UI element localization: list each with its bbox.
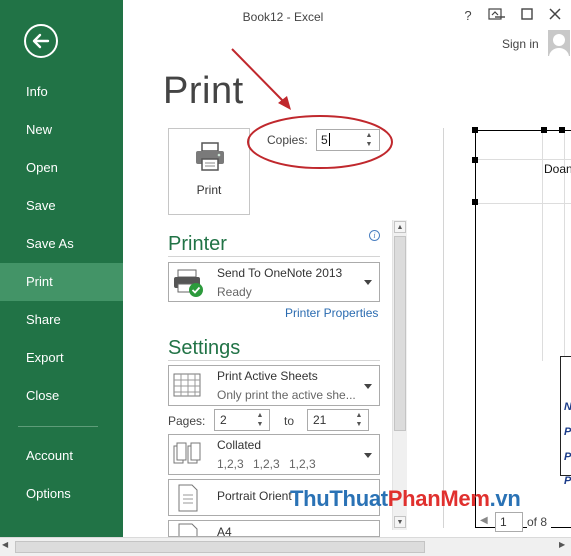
printer-properties-link[interactable]: Printer Properties [285, 306, 378, 320]
current-page-value: 1 [500, 515, 507, 529]
watermark-part: .vn [489, 486, 521, 511]
preview-margin-handle[interactable] [472, 127, 478, 133]
back-arrow-icon [32, 33, 50, 49]
nav-item-info[interactable]: Info [0, 73, 123, 111]
nav-item-print[interactable]: Print [0, 263, 123, 301]
preview-margin-handle[interactable] [472, 199, 478, 205]
scroll-left-button[interactable]: ◀ [2, 540, 8, 549]
pages-from-input[interactable]: 2 ▲ ▼ [214, 409, 270, 431]
preview-gridline [542, 131, 543, 361]
printer-section-title: Printer [168, 233, 227, 255]
collation-label: Collated [217, 438, 262, 452]
pages-to-label: to [284, 414, 295, 428]
paper-size-dropdown[interactable]: A4 [168, 520, 380, 537]
nav-item-new[interactable]: New [0, 111, 123, 149]
print-scope-description: Only print the active she... [217, 388, 356, 402]
printer-status: Ready [217, 285, 252, 299]
preview-margin-handle[interactable] [559, 127, 565, 133]
chevron-down-icon [364, 280, 372, 285]
annotation-highlight [231, 48, 393, 169]
paper-icon [178, 523, 198, 536]
paper-size-label: A4 [217, 525, 232, 537]
pages-from-value: 2 [220, 413, 227, 427]
current-page-input[interactable]: 1 [495, 512, 523, 532]
preview-gridline [476, 203, 571, 204]
maximize-icon [521, 8, 533, 20]
print-scope-label: Print Active Sheets [217, 369, 318, 383]
nav-item-close[interactable]: Close [0, 377, 123, 415]
sign-in-link[interactable]: Sign in [502, 37, 539, 51]
watermark: ThuThuatPhanMem.vn [290, 486, 521, 512]
collation-seq-3: 1,2,3 [289, 457, 316, 471]
pages-from-decrement[interactable]: ▼ [253, 420, 267, 430]
nav-item-share[interactable]: Share [0, 301, 123, 339]
nav-separator [18, 426, 98, 427]
chevron-down-icon [364, 383, 372, 389]
preview-row-letter: N [564, 401, 571, 413]
previous-page-button[interactable]: ◀ [480, 515, 488, 526]
help-button[interactable]: ? [458, 8, 478, 23]
preview-row-letter: P [564, 426, 571, 438]
sheet-grid-icon [173, 373, 201, 397]
window-title: Book12 - Excel [242, 10, 324, 24]
pages-label: Pages: [168, 414, 206, 428]
printer-dropdown[interactable]: Send To OneNote 2013 Ready [168, 262, 380, 302]
preview-row-letter: P [564, 451, 571, 463]
scroll-right-button[interactable]: ▶ [559, 540, 565, 549]
pages-to-input[interactable]: 21 ▲ ▼ [307, 409, 369, 431]
onenote-printer-icon [174, 269, 203, 297]
nav-item-options[interactable]: Options [0, 475, 123, 513]
portrait-page-icon [178, 484, 198, 512]
nav-item-export[interactable]: Export [0, 339, 123, 377]
panel-divider [443, 128, 444, 528]
orientation-label: Portrait Orient [217, 489, 292, 503]
nav-item-save-as[interactable]: Save As [0, 225, 123, 263]
minimize-button[interactable] [490, 6, 510, 23]
close-window-button[interactable] [545, 8, 565, 23]
watermark-part: PhanMem [387, 486, 490, 511]
preview-table: N P P P [560, 356, 571, 487]
print-preview: Doan N P P P [475, 130, 571, 528]
printer-section-rule [168, 256, 380, 257]
back-button[interactable] [24, 24, 58, 58]
scrollbar-thumb[interactable] [15, 541, 425, 553]
backstage-nav: Info New Open Save Save As Print Share E… [0, 0, 123, 537]
collation-seq-2: 1,2,3 [253, 457, 280, 471]
collation-seq-1: 1,2,3 [217, 457, 244, 471]
pages-to-decrement[interactable]: ▼ [352, 420, 366, 430]
nav-item-account[interactable]: Account [0, 437, 123, 475]
preview-margin-handle[interactable] [541, 127, 547, 133]
page-total-label: of 8 [527, 515, 552, 529]
watermark-part: ThuThuat [290, 486, 388, 511]
pages-to-value: 21 [313, 413, 327, 427]
collation-dropdown[interactable]: Collated 1,2,3 1,2,3 1,2,3 [168, 434, 380, 475]
nav-item-save[interactable]: Save [0, 187, 123, 225]
close-icon [549, 8, 561, 20]
settings-scrollbar[interactable]: ▲ ▼ [392, 220, 407, 530]
preview-cell-text: Doan [544, 162, 571, 176]
printer-name: Send To OneNote 2013 [217, 266, 343, 280]
horizontal-scrollbar[interactable]: ◀ ▶ [0, 537, 571, 556]
print-button-label: Print [196, 183, 222, 197]
chevron-down-icon [364, 452, 372, 458]
nav-item-open[interactable]: Open [0, 149, 123, 187]
avatar[interactable] [548, 30, 570, 56]
user-avatar-icon [549, 34, 569, 56]
scroll-down-button[interactable]: ▼ [394, 516, 406, 528]
maximize-button[interactable] [517, 8, 537, 23]
scroll-up-button[interactable]: ▲ [394, 221, 406, 233]
scrollbar-thumb[interactable] [394, 236, 406, 431]
print-scope-dropdown[interactable]: Print Active Sheets Only print the activ… [168, 365, 380, 406]
preview-row-letter: P [564, 475, 571, 487]
collated-pages-icon [173, 442, 201, 464]
preview-margin-handle[interactable] [472, 157, 478, 163]
minimize-icon [495, 16, 505, 18]
settings-section-rule [168, 360, 380, 361]
info-icon[interactable]: i [369, 230, 380, 241]
preview-gridline [476, 159, 571, 160]
settings-section-title: Settings [168, 337, 241, 359]
